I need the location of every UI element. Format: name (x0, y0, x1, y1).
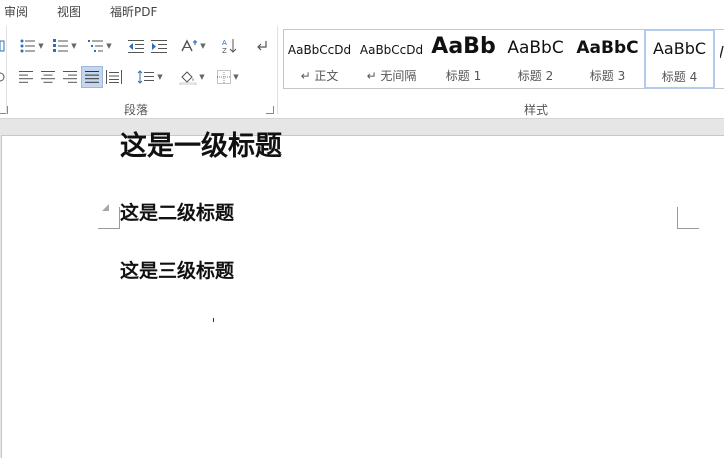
heading-2-text[interactable]: 这是二级标题 (120, 198, 234, 225)
style-sample: AaBbCcDd (287, 43, 352, 57)
tab-review[interactable]: 审阅 (4, 3, 28, 20)
numbering-button[interactable]: ▼ (50, 35, 80, 57)
group-separator (277, 26, 278, 114)
align-center-button[interactable] (37, 66, 59, 88)
collapse-heading-icon[interactable] (102, 204, 109, 211)
sort-button[interactable]: A Z (219, 35, 241, 57)
numbered-list-icon (53, 39, 69, 52)
decrease-indent-icon (128, 40, 144, 53)
document-canvas (0, 119, 724, 458)
return-arrow-icon (257, 41, 267, 51)
asian-layout-icon (181, 39, 198, 52)
chevron-down-icon: ▼ (157, 73, 163, 81)
chevron-down-icon: ▼ (38, 42, 44, 50)
style-normal[interactable]: AaBbCcDd ↵ 正文 (284, 30, 355, 88)
line-spacing-button[interactable]: ▼ (134, 66, 166, 88)
style-heading-1[interactable]: AaBb 标题 1 (428, 30, 499, 88)
style-heading-2[interactable]: AaBbC 标题 2 (500, 30, 571, 88)
borders-button[interactable]: ▼ (212, 66, 244, 88)
style-heading-4[interactable]: AaBbC 标题 4 (644, 29, 715, 89)
tab-view[interactable]: 视图 (57, 3, 81, 20)
style-no-spacing[interactable]: AaBbCcDd ↵ 无间隔 (356, 30, 427, 88)
distributed-button[interactable] (103, 66, 125, 88)
margin-corner-top-right (677, 207, 699, 229)
style-sample: AaBbCcDd (359, 43, 424, 57)
ribbon-tab-bar: 审阅 视图 福昕PDF (0, 0, 724, 22)
borders-icon (217, 70, 232, 84)
paragraph-group-label: 段落 (124, 103, 149, 117)
style-name: 标题 2 (517, 69, 554, 83)
bullet-list-icon (20, 39, 36, 53)
sort-icon: A Z (222, 39, 237, 54)
heading-3-text[interactable]: 这是三级标题 (120, 256, 234, 283)
justify-button[interactable] (81, 66, 103, 88)
partial-style-icon (719, 45, 724, 59)
styles-group-label: 样式 (524, 103, 549, 117)
increase-indent-button[interactable] (148, 35, 170, 57)
decrease-indent-button[interactable] (125, 35, 147, 57)
style-sample: AaBbC (652, 39, 707, 58)
align-right-button[interactable] (59, 66, 81, 88)
style-name: 标题 3 (589, 69, 626, 83)
style-name: 标题 4 (661, 70, 698, 84)
distributed-icon (106, 70, 122, 84)
chevron-down-icon: ▼ (200, 42, 206, 50)
document-page[interactable] (1, 135, 724, 458)
chevron-down-icon: ▼ (71, 42, 77, 50)
asian-layout-button[interactable]: ▼ (178, 35, 208, 57)
svg-text:Z: Z (222, 47, 227, 54)
chevron-down-icon: ▼ (233, 73, 239, 81)
line-spacing-icon (137, 70, 155, 84)
paragraph-dialog-launcher-icon[interactable] (266, 106, 274, 114)
chevron-down-icon: ▼ (199, 73, 205, 81)
align-left-icon (19, 71, 33, 83)
svg-text:A: A (222, 39, 227, 47)
style-name: ↵ 正文 (300, 69, 339, 83)
style-sample: AaBb (431, 34, 496, 59)
style-name: 标题 1 (445, 69, 482, 83)
align-left-button[interactable] (15, 66, 37, 88)
style-sample: AaBbC (576, 38, 639, 58)
heading-1-text[interactable]: 这是一级标题 (120, 124, 282, 163)
text-cursor (213, 318, 214, 322)
show-formatting-marks-button[interactable] (252, 35, 272, 57)
chevron-down-icon: ▼ (106, 42, 112, 50)
styles-gallery: AaBbCcDd ↵ 正文 AaBbCcDd ↵ 无间隔 AaBb 标题 1 A… (283, 29, 724, 89)
multilevel-list-icon (88, 40, 104, 52)
style-name: ↵ 无间隔 (366, 69, 417, 83)
align-right-icon (63, 71, 77, 83)
align-center-icon (41, 71, 55, 83)
style-heading-3[interactable]: AaBbC 标题 3 (572, 30, 643, 88)
shading-button[interactable]: ▼ (176, 66, 208, 88)
bullets-button[interactable]: ▼ (17, 35, 47, 57)
ribbon: ▼ ▼ ▼ ▼ A Z ▼ ▼ ▼ 段落 AaBbCcDd ↵ 正文 AaBbC… (0, 22, 724, 119)
multilevel-list-button[interactable]: ▼ (85, 35, 115, 57)
tab-foxit-pdf[interactable]: 福昕PDF (110, 3, 157, 20)
style-sample: AaBbC (507, 38, 564, 58)
justify-icon (85, 71, 99, 83)
style-partial-next[interactable] (719, 42, 724, 60)
increase-indent-icon (151, 40, 167, 53)
group-separator (6, 26, 7, 114)
paint-bucket-icon (180, 71, 197, 85)
